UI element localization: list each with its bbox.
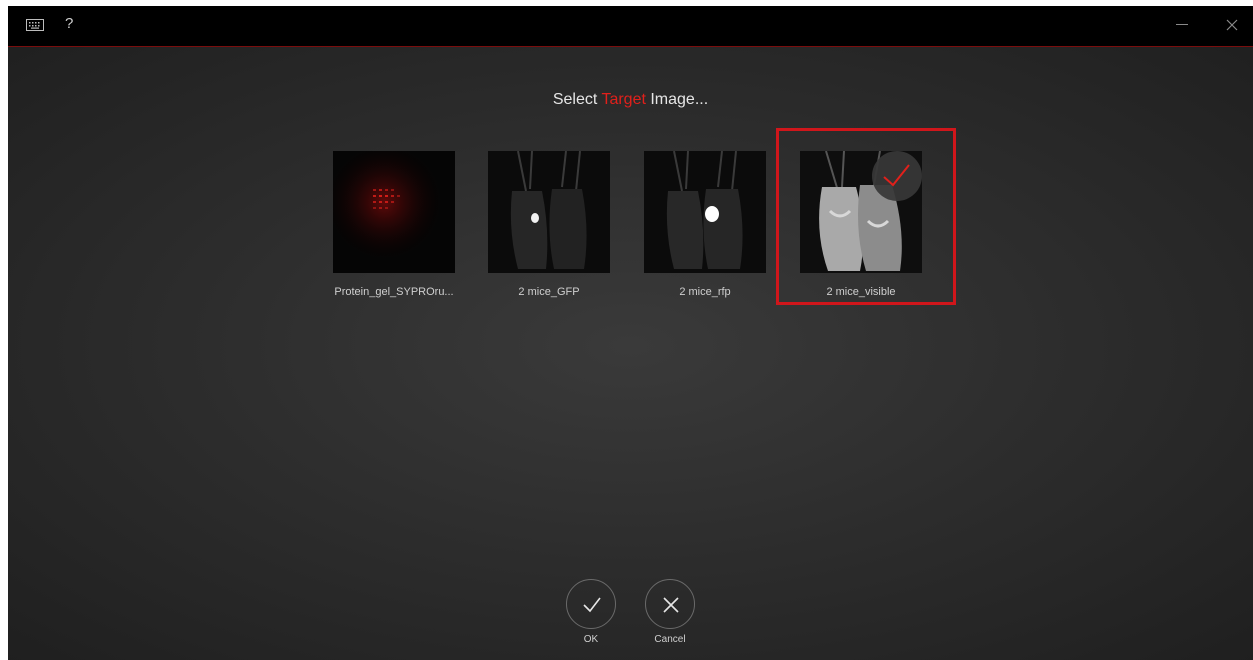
image-tile-2-mice-visible[interactable]: 2 mice_visible — [776, 128, 956, 305]
image-tile-2-mice-rfp[interactable]: 2 mice_rfp — [644, 151, 766, 301]
close-icon[interactable] — [1221, 14, 1243, 36]
heading-suffix: Image... — [650, 91, 709, 108]
keyboard-icon[interactable] — [26, 19, 44, 31]
image-label: 2 mice_visible — [826, 286, 896, 298]
help-button[interactable]: ? — [65, 16, 73, 32]
minimize-button[interactable] — [1176, 24, 1188, 25]
heading-prefix: Select — [552, 91, 598, 108]
image-label: 2 mice_GFP — [518, 286, 580, 298]
image-thumbnail — [800, 151, 922, 273]
close-icon — [663, 597, 679, 613]
dialog-heading: Select Target Image... — [8, 90, 1253, 110]
image-thumbnail — [333, 151, 455, 273]
image-thumbnail — [644, 151, 766, 273]
title-bar: ? — [8, 6, 1253, 47]
checkmark-icon — [583, 597, 601, 613]
select-target-dialog: ? Select Target Image... Protein_gel_SYP… — [8, 6, 1253, 660]
image-label: Protein_gel_SYPROru... — [334, 286, 454, 298]
image-thumbnail — [488, 151, 610, 273]
checkmark-icon — [883, 164, 910, 187]
cancel-button[interactable] — [645, 579, 695, 629]
heading-accent: Target — [601, 91, 646, 108]
image-label: 2 mice_rfp — [679, 286, 731, 298]
image-tile-2-mice-gfp[interactable]: 2 mice_GFP — [488, 151, 610, 301]
ok-button[interactable] — [566, 579, 616, 629]
selected-check-badge — [872, 151, 922, 201]
ok-label: OK — [583, 634, 599, 645]
cancel-label: Cancel — [654, 634, 686, 645]
image-tile-protein-gel[interactable]: Protein_gel_SYPROru... — [333, 151, 455, 301]
